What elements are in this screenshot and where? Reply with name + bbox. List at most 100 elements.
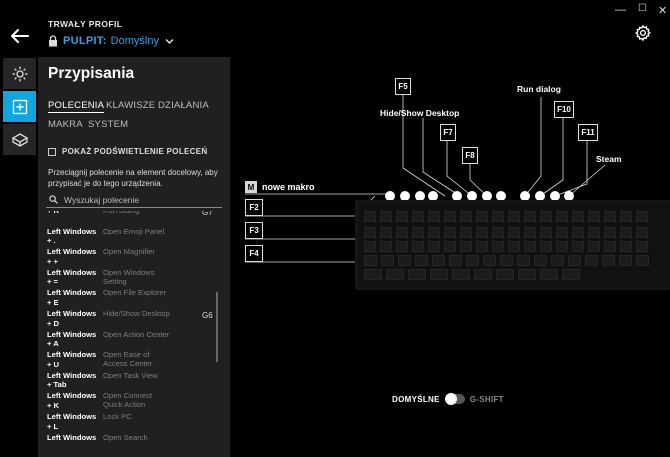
keyboard-key <box>412 241 424 252</box>
keyboard-key <box>604 211 616 222</box>
keyboard-key <box>432 255 445 266</box>
keyboard-keys <box>358 203 670 287</box>
mode-switch[interactable]: DOMYŚLNE G-SHIFT <box>392 393 504 405</box>
keyboard-key <box>588 227 600 238</box>
callout-f5[interactable]: F5 <box>395 78 411 95</box>
keyboard-key <box>568 255 581 266</box>
macro-label[interactable]: nowe makro <box>262 182 315 192</box>
keyboard-key <box>619 255 632 266</box>
callout-f7[interactable]: F7 <box>440 124 456 141</box>
keyboard-key <box>460 227 472 238</box>
keyboard-key <box>620 211 632 222</box>
keyboard-key <box>556 211 568 222</box>
keyboard-key <box>540 241 552 252</box>
label-hide-show-desktop: Hide/Show Desktop <box>380 108 460 118</box>
keyboard-key <box>517 255 530 266</box>
keyboard-key <box>604 241 616 252</box>
mode-g-shift-label: G-SHIFT <box>469 394 504 404</box>
keyboard-key <box>524 211 536 222</box>
mode-default-label: DOMYŚLNE <box>392 394 440 404</box>
keyboard-key <box>428 211 440 222</box>
callout-f2[interactable]: F2 <box>245 199 263 216</box>
keyboard-key <box>540 211 552 222</box>
keyboard-key <box>396 211 408 222</box>
keyboard-key <box>396 241 408 252</box>
keyboard-key <box>508 241 520 252</box>
keyboard-key <box>508 227 520 238</box>
keyboard-key <box>386 269 404 280</box>
keyboard-key <box>483 255 496 266</box>
label-steam: Steam <box>596 154 622 164</box>
keyboard-key <box>572 211 584 222</box>
callout-f11[interactable]: F11 <box>578 124 598 141</box>
keyboard-key <box>508 211 520 222</box>
keyboard-key <box>398 255 411 266</box>
keyboard-key <box>492 227 504 238</box>
keyboard-key <box>444 211 456 222</box>
keyboard-key <box>476 241 488 252</box>
keyboard-key <box>636 227 648 238</box>
keyboard-key <box>492 241 504 252</box>
keyboard-key <box>364 211 376 222</box>
keyboard-key <box>466 255 479 266</box>
keyboard-key <box>524 241 536 252</box>
keyboard-key <box>492 211 504 222</box>
keyboard-key <box>540 269 558 280</box>
keyboard-key <box>551 255 564 266</box>
keyboard-key <box>452 269 470 280</box>
g-shift-toggle[interactable] <box>444 393 465 405</box>
keyboard-key <box>572 227 584 238</box>
keyboard-key <box>585 255 598 266</box>
keyboard-key <box>380 241 392 252</box>
keyboard-key <box>364 227 376 238</box>
keyboard-key <box>572 241 584 252</box>
keyboard-key <box>444 241 456 252</box>
keyboard-key <box>636 241 648 252</box>
keyboard-image <box>355 200 670 290</box>
macro-icon: M <box>245 181 257 193</box>
callout-f10[interactable]: F10 <box>554 101 574 118</box>
keyboard-key <box>540 227 552 238</box>
keyboard-key <box>556 241 568 252</box>
keyboard-key <box>620 241 632 252</box>
keyboard-key <box>534 255 547 266</box>
keyboard-key <box>460 211 472 222</box>
keyboard-key <box>381 255 394 266</box>
keyboard-key <box>524 227 536 238</box>
keyboard-key <box>428 241 440 252</box>
keyboard-key <box>556 227 568 238</box>
keyboard-key <box>588 211 600 222</box>
keyboard-key <box>500 255 513 266</box>
keyboard-key <box>636 255 649 266</box>
callout-f8[interactable]: F8 <box>462 147 478 164</box>
callout-f3[interactable]: F3 <box>245 222 263 239</box>
keyboard-key <box>430 269 448 280</box>
keyboard-key <box>415 255 428 266</box>
keyboard-key <box>604 227 616 238</box>
keyboard-key <box>449 255 462 266</box>
keyboard-key <box>380 227 392 238</box>
keyboard-key <box>428 227 440 238</box>
keyboard-key <box>496 269 514 280</box>
keyboard-key <box>364 269 382 280</box>
label-run-dialog: Run dialog <box>517 84 561 94</box>
keyboard-key <box>396 227 408 238</box>
keyboard-key <box>380 211 392 222</box>
keyboard-key <box>460 241 472 252</box>
keyboard-key <box>588 241 600 252</box>
keyboard-key <box>602 255 615 266</box>
keyboard-key <box>476 227 488 238</box>
keyboard-key <box>412 211 424 222</box>
keyboard-key <box>408 269 426 280</box>
keyboard-key <box>476 211 488 222</box>
keyboard-key <box>412 227 424 238</box>
keyboard-key <box>518 269 536 280</box>
keyboard-key <box>444 227 456 238</box>
keyboard-key <box>474 269 492 280</box>
keyboard-key <box>620 227 632 238</box>
keyboard-key <box>562 269 580 280</box>
keyboard-key <box>364 241 376 252</box>
keyboard-key <box>364 255 377 266</box>
keyboard-key <box>636 211 648 222</box>
callout-f4[interactable]: F4 <box>245 245 263 262</box>
